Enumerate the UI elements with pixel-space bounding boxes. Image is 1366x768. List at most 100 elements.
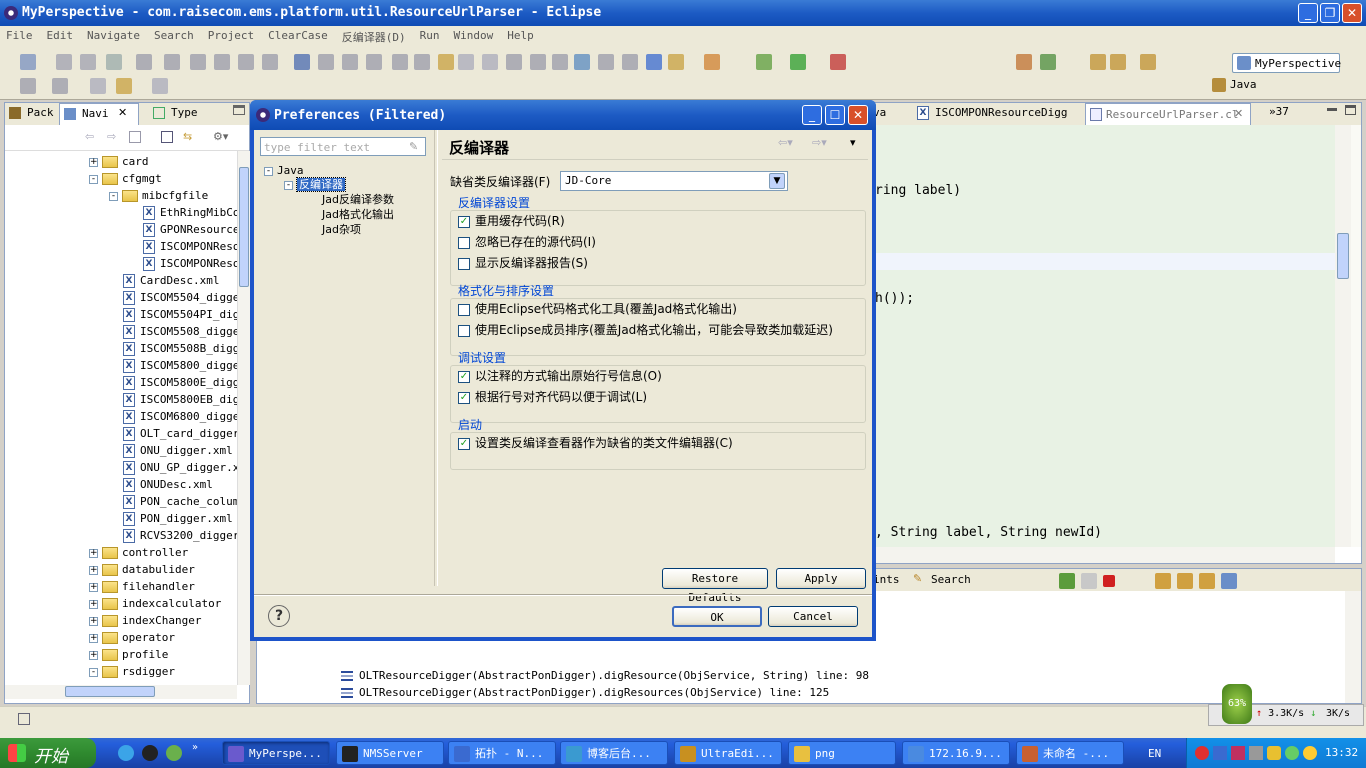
taskbar-button[interactable]: NMSServer [336, 741, 444, 765]
collapse-icon[interactable]: - [109, 191, 118, 201]
toolbar-button-icon[interactable] [622, 54, 638, 70]
page-forward-icon[interactable]: ⇨▾ [812, 136, 827, 149]
tree-item[interactable]: X CardDesc.xml [123, 272, 219, 289]
toolbar-button-icon[interactable] [294, 54, 310, 70]
menu-item[interactable]: Project [208, 29, 254, 46]
taskbar-button[interactable]: 未命名 -... [1016, 741, 1124, 765]
code-line-1[interactable]: ring label) [875, 183, 961, 198]
tree-item[interactable]: X ONU_digger.xml [123, 442, 233, 459]
tree-item[interactable]: + profile [89, 646, 168, 663]
tab-search[interactable]: ✎ Search [913, 572, 971, 586]
toolbar-button-icon[interactable] [116, 78, 132, 94]
vertical-scrollbar[interactable] [237, 151, 250, 685]
menu-item[interactable]: Help [507, 29, 534, 46]
toolbar-button-icon[interactable] [136, 54, 152, 70]
tree-item[interactable]: X ISCOM5800EB_dig [123, 391, 237, 408]
option-checkbox[interactable]: ✓ 重用缓存代码(R) [458, 212, 565, 229]
resume-icon[interactable] [1059, 573, 1075, 589]
tree-item[interactable]: + indexChanger [89, 612, 201, 629]
editor-minimize-icon[interactable] [1327, 108, 1337, 111]
menu-item[interactable]: Run [420, 29, 440, 46]
back-icon[interactable]: ⇦ [85, 130, 94, 143]
restore-defaults-button[interactable]: Restore Defaults [662, 568, 768, 604]
tree-item[interactable]: X ISCOM5504_digge: [123, 289, 237, 306]
page-back-icon[interactable]: ⇦▾ [778, 136, 793, 149]
dialog-minimize-button[interactable]: _ [802, 105, 822, 125]
tree-item[interactable]: + indexcalculator [89, 595, 221, 612]
tree-item[interactable]: X PON_cache_colum [123, 493, 237, 510]
toolbar-button-icon[interactable] [90, 78, 106, 94]
tray-icon-3[interactable] [1231, 746, 1245, 760]
pref-node-jad-misc[interactable]: Jad杂项 [322, 221, 361, 238]
toolbar-button-icon[interactable] [574, 54, 590, 70]
tree-item[interactable]: + controller [89, 544, 188, 561]
tree-item[interactable]: + operator [89, 629, 175, 646]
tree-item[interactable]: X GPONResource [143, 221, 237, 238]
close-button[interactable]: ✕ [1342, 3, 1362, 23]
tab-breakpoints[interactable]: ints [873, 573, 900, 586]
expand-icon[interactable]: + [89, 565, 98, 575]
option-checkbox[interactable]: 忽略已存在的源代码(I) [458, 233, 596, 250]
link-editor-icon[interactable]: ⇆ [183, 130, 192, 143]
collapse-icon[interactable]: - [89, 174, 98, 184]
collapse-icon[interactable]: - [264, 166, 273, 176]
more-editors-button[interactable]: »37 [1269, 105, 1289, 118]
collapse-all-icon[interactable] [161, 131, 173, 143]
language-indicator[interactable]: EN [1140, 738, 1180, 768]
option-checkbox[interactable]: 使用Eclipse代码格式化工具(覆盖Jad格式化输出) [458, 300, 737, 317]
expand-icon[interactable]: + [89, 548, 98, 558]
tree-item[interactable]: X ISCOM5800_digge: [123, 357, 237, 374]
tray-icon-6[interactable] [1303, 746, 1317, 760]
toolbar-button-icon[interactable] [704, 54, 720, 70]
tray-icon-5[interactable] [1285, 746, 1299, 760]
checked-checkbox-icon[interactable]: ✓ [458, 391, 470, 404]
toolbar-button-icon[interactable] [598, 54, 614, 70]
toolbar-button-icon[interactable] [214, 54, 230, 70]
expand-icon[interactable]: + [89, 599, 98, 609]
maximize-button[interactable]: ❐ [1320, 3, 1340, 23]
cancel-button[interactable]: Cancel [768, 606, 858, 627]
menu-item[interactable]: Navigate [87, 29, 140, 46]
up-icon[interactable] [129, 131, 141, 143]
unchecked-checkbox-icon[interactable] [458, 236, 470, 249]
toolbar-button-icon[interactable] [342, 54, 358, 70]
code-line-2[interactable]: h()); [875, 291, 914, 306]
expand-icon[interactable]: + [89, 650, 98, 660]
terminate-icon[interactable] [1103, 575, 1115, 587]
dialog-close-button[interactable]: ✕ [848, 105, 868, 125]
browser-icon[interactable] [166, 745, 182, 761]
toolbar-button-icon[interactable] [756, 54, 772, 70]
menu-item[interactable]: Search [154, 29, 194, 46]
toolbar-button-icon[interactable] [438, 54, 454, 70]
tab-package-explorer[interactable]: Pack [9, 106, 54, 119]
toolbar-button-icon[interactable] [1140, 54, 1156, 70]
tree-item[interactable]: X ISCOMPONReso [143, 238, 237, 255]
ie-icon[interactable] [118, 745, 134, 761]
tree-item[interactable]: X ISCOM6800_digge: [123, 408, 237, 425]
toolbar-button-icon[interactable] [668, 54, 684, 70]
toolbar-button-icon[interactable] [152, 78, 168, 94]
toolbar-button-icon[interactable] [552, 54, 568, 70]
help-icon[interactable]: ? [268, 605, 290, 627]
default-decompiler-select[interactable]: JD-Core ▼ [560, 171, 788, 191]
expand-icon[interactable]: + [89, 582, 98, 592]
shield-icon[interactable] [1267, 746, 1281, 760]
scroll-thumb[interactable] [239, 167, 249, 287]
horizontal-scrollbar[interactable] [5, 685, 237, 699]
tree-item[interactable]: X ISCOM5800E_digg [123, 374, 237, 391]
taskbar-button[interactable]: 拓扑 - N... [448, 741, 556, 765]
taskbar-button[interactable]: MyPerspe... [222, 741, 330, 765]
tree-item[interactable]: X OLT_card_digger [123, 425, 237, 442]
taskbar-button[interactable]: UltraEdi... [674, 741, 782, 765]
stack-frame[interactable]: OLTResourceDigger(AbstractPonDigger).dig… [341, 684, 829, 701]
toolbar-button-icon[interactable] [646, 54, 662, 70]
qq-icon[interactable] [142, 745, 158, 761]
toolbar-button-icon[interactable] [414, 54, 430, 70]
minimize-button[interactable]: _ [1298, 3, 1318, 23]
tab-type-hierarchy[interactable]: Type [153, 106, 198, 119]
toolbar-button-icon[interactable] [1040, 54, 1056, 70]
tree-item[interactable]: X ISCOM5508_digge: [123, 323, 237, 340]
toolbar-button-icon[interactable] [830, 54, 846, 70]
unchecked-checkbox-icon[interactable] [458, 303, 470, 316]
checked-checkbox-icon[interactable]: ✓ [458, 215, 470, 228]
